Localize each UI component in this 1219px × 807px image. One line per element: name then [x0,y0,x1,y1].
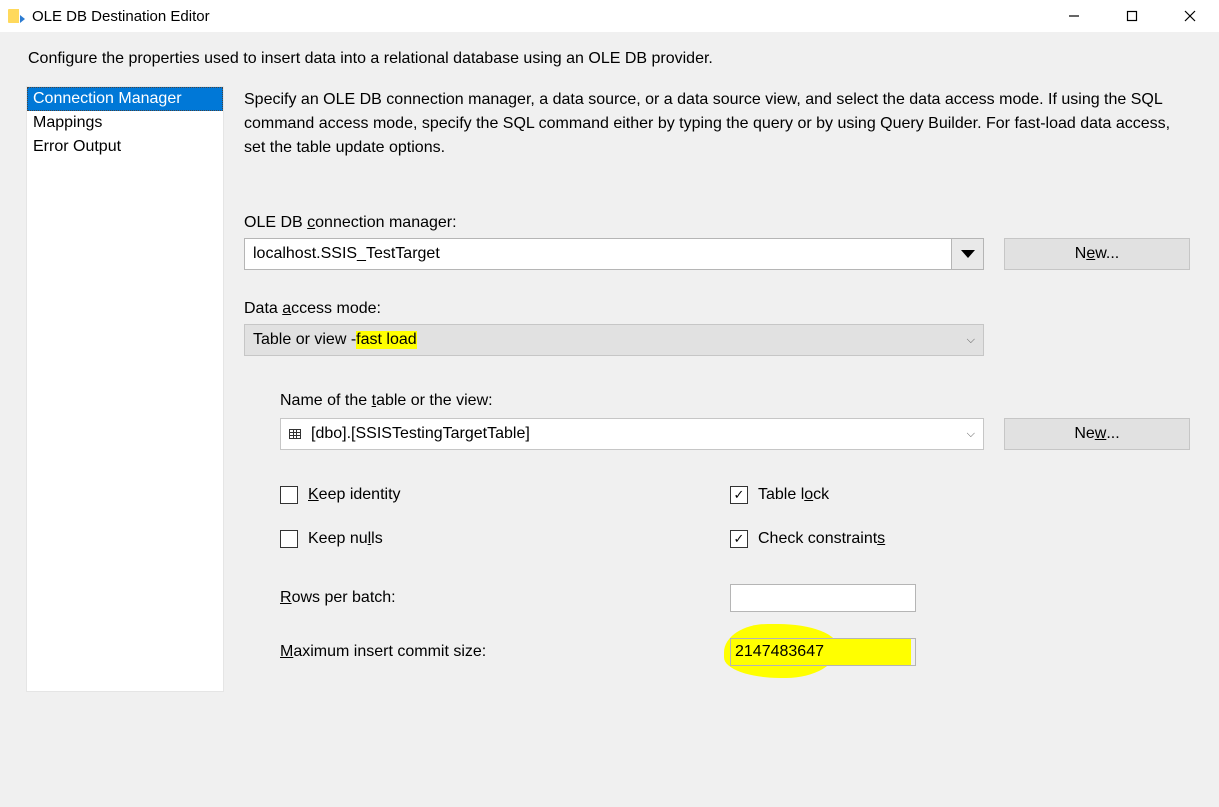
new-connection-button[interactable]: New... [1004,238,1190,270]
data-access-mode-label: Data access mode: [244,300,1193,318]
close-button[interactable] [1161,0,1219,32]
pane-description: Specify an OLE DB connection manager, a … [244,88,1193,160]
data-access-mode-dropdown[interactable]: Table or view - fast load ⌵ [244,324,984,356]
oledb-destination-icon [8,8,24,24]
chevron-down-icon: ⌵ [967,334,975,347]
chevron-down-icon: ⌵ [967,428,975,441]
dropdown-icon[interactable] [951,239,983,269]
window-title: OLE DB Destination Editor [32,8,210,25]
keep-nulls-checkbox[interactable]: Keep nulls [280,530,730,548]
connection-manager-value: localhost.SSIS_TestTarget [245,239,951,269]
checkbox-icon-highlighted [730,530,748,548]
checkbox-icon [280,530,298,548]
sidebar-item-error-output[interactable]: Error Output [27,135,223,159]
connection-manager-pane: Specify an OLE DB connection manager, a … [224,86,1219,692]
keep-identity-checkbox[interactable]: Keep identity [280,486,730,504]
rows-per-batch-label: Rows per batch: [280,589,730,607]
data-access-mode-value-prefix: Table or view - [253,331,356,349]
rows-per-batch-input[interactable] [730,584,916,612]
sidebar-nav: Connection Manager Mappings Error Output [26,86,224,692]
table-icon [289,429,301,439]
titlebar: OLE DB Destination Editor [0,0,1219,32]
maximize-button[interactable] [1103,0,1161,32]
minimize-button[interactable] [1045,0,1103,32]
checkbox-icon [280,486,298,504]
window-controls [1045,0,1219,32]
sidebar-item-mappings[interactable]: Mappings [27,111,223,135]
table-lock-checkbox[interactable]: Table lock [730,486,1193,504]
max-commit-size-label: Maximum insert commit size: [280,643,730,661]
connection-manager-dropdown[interactable]: localhost.SSIS_TestTarget [244,238,984,270]
checkbox-icon [730,486,748,504]
page-description: Configure the properties used to insert … [0,32,1219,86]
highlight-fast-load: fast load [356,331,416,349]
connection-manager-label: OLE DB connection manager: [244,214,1193,232]
sidebar-item-connection-manager[interactable]: Connection Manager [27,87,223,111]
table-view-dropdown[interactable]: [dbo].[SSISTestingTargetTable] ⌵ [280,418,984,450]
table-view-label: Name of the table or the view: [280,392,1193,410]
max-commit-size-input[interactable]: 2147483647 [730,638,916,666]
table-view-value: [dbo].[SSISTestingTargetTable] [311,425,530,443]
check-constraints-checkbox[interactable]: Check constraints [730,530,1193,548]
new-table-button[interactable]: New... [1004,418,1190,450]
